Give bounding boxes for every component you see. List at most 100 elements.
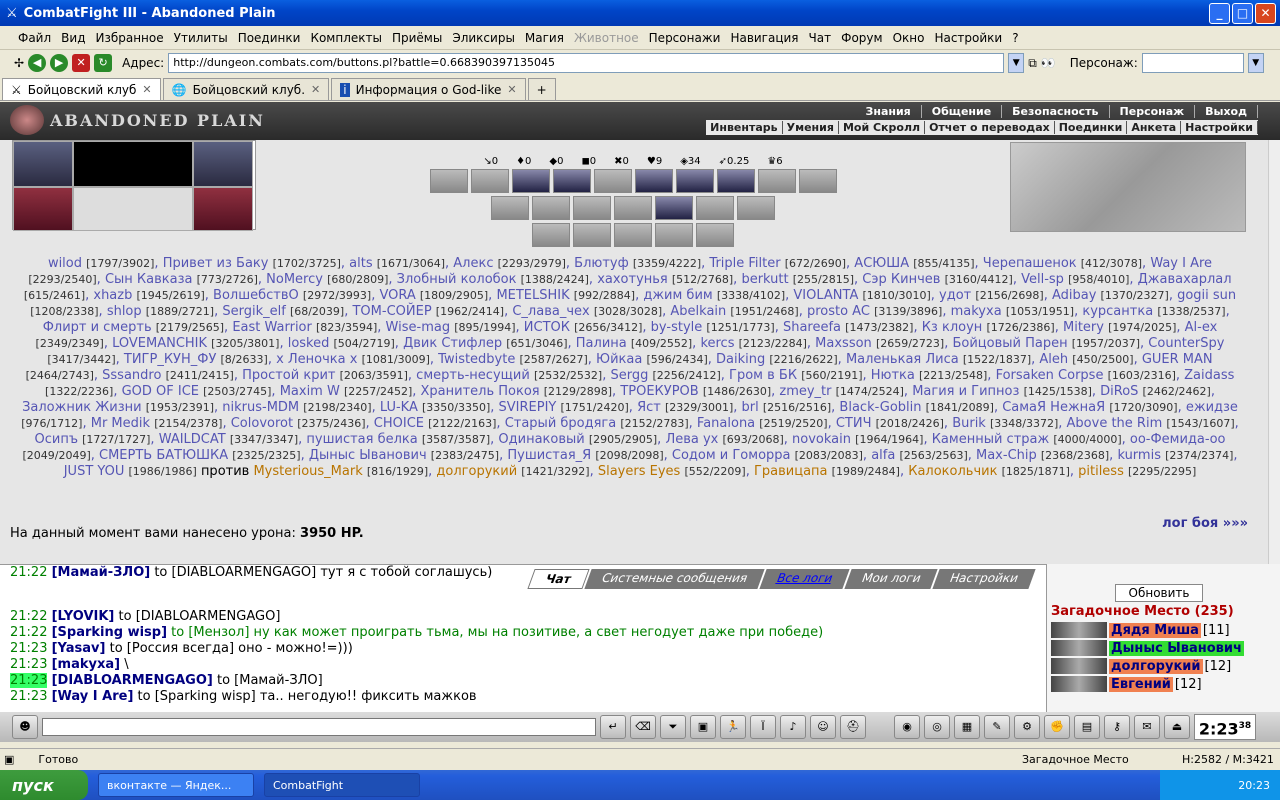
participant-name[interactable]: SVIREPIY bbox=[499, 400, 557, 415]
participant-name[interactable]: Бойцовый Парен bbox=[952, 336, 1067, 351]
participant-name[interactable]: Twistedbyte bbox=[438, 352, 515, 367]
participant-name[interactable]: gogii sun bbox=[1177, 288, 1236, 303]
equip-slot[interactable] bbox=[193, 141, 253, 187]
participant-name[interactable]: Shareefa bbox=[783, 320, 841, 335]
nav-top-item[interactable]: Персонаж bbox=[1110, 105, 1196, 118]
nav-bottom-item[interactable]: Отчет о переводах bbox=[925, 121, 1055, 134]
participant-name[interactable]: Флирт и смерть bbox=[43, 320, 152, 335]
fist-icon[interactable]: ✊ bbox=[1044, 715, 1070, 739]
participant-name[interactable]: Sergg bbox=[610, 368, 648, 383]
emoticon-icon[interactable]: ☺ bbox=[810, 715, 836, 739]
participant-name[interactable]: ВолшебствО bbox=[213, 288, 299, 303]
participant-name[interactable]: Al-ex bbox=[1185, 320, 1218, 335]
participant-name[interactable]: Сын Кавказа bbox=[105, 272, 193, 287]
opponent-name[interactable]: долгорукий bbox=[436, 464, 517, 479]
menu-item[interactable]: Комплекты bbox=[310, 31, 382, 45]
back-icon[interactable]: ◀ bbox=[28, 54, 47, 72]
smile-face-icon[interactable]: ☻ bbox=[12, 715, 38, 739]
effect-icon[interactable] bbox=[675, 169, 714, 193]
participant-name[interactable]: СТИЧ bbox=[836, 416, 872, 431]
participant-name[interactable]: Двик Стифлер bbox=[403, 336, 502, 351]
exit-icon[interactable]: ⏏ bbox=[1164, 715, 1190, 739]
participant-name[interactable]: Maxim W bbox=[280, 384, 340, 399]
translit-icon[interactable]: Ї bbox=[750, 715, 776, 739]
participant-name[interactable]: Adibay bbox=[1052, 288, 1096, 303]
participant-name[interactable]: Юйкаа bbox=[596, 352, 642, 367]
participant-name[interactable]: Abelkain bbox=[670, 304, 726, 319]
effect-icon[interactable] bbox=[614, 223, 652, 247]
effect-icon[interactable] bbox=[696, 223, 734, 247]
effect-icon[interactable] bbox=[655, 196, 693, 220]
participant-name[interactable]: ИСТОК bbox=[524, 320, 570, 335]
chat-tab[interactable]: Все логи bbox=[758, 569, 850, 589]
menu-item[interactable]: Избранное bbox=[95, 31, 163, 45]
participant-name[interactable]: Daiking bbox=[716, 352, 765, 367]
participant-name[interactable]: novokain bbox=[792, 432, 851, 447]
stop-icon[interactable]: ✕ bbox=[72, 54, 91, 72]
participant-name[interactable]: METELSHIK bbox=[496, 288, 569, 303]
participant-name[interactable]: Привет из Баку bbox=[163, 256, 269, 271]
nav-bottom-item[interactable]: Поединки bbox=[1055, 121, 1128, 134]
menu-item[interactable]: Навигация bbox=[730, 31, 798, 45]
participant-name[interactable]: Max-Chip bbox=[976, 448, 1037, 463]
participant-name[interactable]: Нютка bbox=[871, 368, 915, 383]
menu-item[interactable]: Поединки bbox=[238, 31, 301, 45]
participant-name[interactable]: Mr Medik bbox=[91, 416, 150, 431]
gear-icon[interactable]: ⚙ bbox=[1014, 715, 1040, 739]
opponent-name[interactable]: pitiless bbox=[1078, 464, 1124, 479]
participant-name[interactable]: джим бим bbox=[643, 288, 712, 303]
menu-item[interactable]: Животное bbox=[574, 31, 639, 45]
opponent-name[interactable]: Mysterious_Mark bbox=[253, 464, 362, 479]
persona-dropdown-icon[interactable]: ▼ bbox=[1247, 53, 1264, 73]
participant-name[interactable]: Дыныс Ыванович bbox=[309, 448, 427, 463]
address-dropdown-icon[interactable]: ▼ bbox=[1008, 53, 1025, 73]
participant-name[interactable]: ТИГР_КУН_ФУ bbox=[124, 352, 216, 367]
participant-name[interactable]: Хранитель Покоя bbox=[421, 384, 540, 399]
participant-name[interactable]: xhazb bbox=[93, 288, 132, 303]
save-icon[interactable]: ▣ bbox=[690, 715, 716, 739]
participant-name[interactable]: оо-Фемида-оо bbox=[1130, 432, 1226, 447]
participant-name[interactable]: Осипъ bbox=[34, 432, 78, 447]
participant-name[interactable]: Mitery bbox=[1063, 320, 1104, 335]
participant-name[interactable]: alts bbox=[349, 256, 372, 271]
sound-icon[interactable]: ♪ bbox=[780, 715, 806, 739]
effect-icon[interactable] bbox=[511, 169, 550, 193]
start-button[interactable]: пуск bbox=[0, 770, 88, 800]
effect-icon[interactable] bbox=[798, 169, 837, 193]
chat-sender[interactable]: [Sparking wisp] bbox=[52, 625, 167, 640]
pin-icon[interactable]: ✢ bbox=[14, 56, 24, 70]
participant-name[interactable]: Алекс bbox=[453, 256, 493, 271]
participant-name[interactable]: Sergik_elf bbox=[222, 304, 285, 319]
participant-name[interactable]: kercs bbox=[700, 336, 734, 351]
participant-name[interactable]: LOVEMANCHIK bbox=[112, 336, 207, 351]
participant-name[interactable]: С_лава_чех bbox=[512, 304, 589, 319]
participant-name[interactable]: пушистая белка bbox=[306, 432, 417, 447]
participant-name[interactable]: NoMercy bbox=[266, 272, 323, 287]
menu-item[interactable]: Магия bbox=[525, 31, 564, 45]
tab-fight-club-2[interactable]: 🌐 Бойцовский клуб. ✕ bbox=[162, 78, 330, 100]
effect-icon[interactable] bbox=[429, 169, 468, 193]
participant-name[interactable]: хахотунья bbox=[597, 272, 668, 287]
participant-name[interactable]: Заложник Жизни bbox=[22, 400, 142, 415]
participant-name[interactable]: АСЮША bbox=[854, 256, 909, 271]
participant-name[interactable]: Старый бродяга bbox=[505, 416, 617, 431]
participant-name[interactable]: TOM-СОЙЕР bbox=[352, 304, 431, 319]
player-name[interactable]: Дыныс Ыванович bbox=[1109, 640, 1244, 656]
participant-name[interactable]: makyxa bbox=[951, 304, 1002, 319]
go-icon[interactable]: ⧉ bbox=[1028, 56, 1037, 71]
participant-name[interactable]: Vell-sp bbox=[1021, 272, 1064, 287]
opponent-name[interactable]: Гравицапа bbox=[754, 464, 828, 479]
participant-name[interactable]: wilod bbox=[48, 256, 82, 271]
battle-scrollbar[interactable] bbox=[1268, 140, 1280, 564]
participant-name[interactable]: Fanalona bbox=[697, 416, 755, 431]
chat-tab[interactable]: Настройки bbox=[932, 569, 1036, 589]
nav-bottom-item[interactable]: Умения bbox=[783, 121, 839, 134]
nav-bottom-item[interactable]: Мой Скролл bbox=[839, 121, 926, 134]
participant-name[interactable]: Aleh bbox=[1039, 352, 1068, 367]
enter-icon[interactable]: ↵ bbox=[600, 715, 626, 739]
chat-sender[interactable]: [DIABLOARMENGAGO] bbox=[52, 673, 213, 688]
nav-top-item[interactable]: Знания bbox=[856, 105, 922, 118]
chat-tab[interactable]: Чат bbox=[527, 569, 590, 589]
participant-name[interactable]: Магия и Гипноз bbox=[912, 384, 1019, 399]
menu-item[interactable]: Приёмы bbox=[392, 31, 442, 45]
